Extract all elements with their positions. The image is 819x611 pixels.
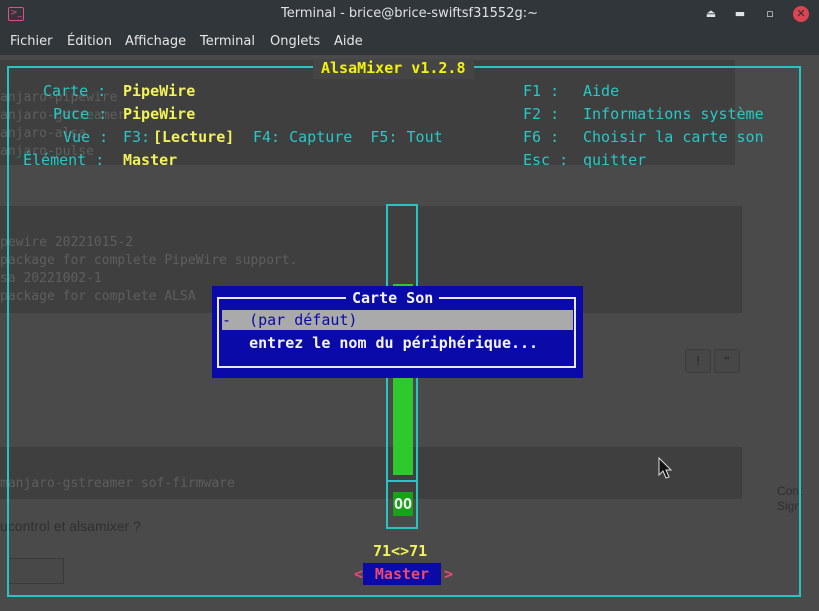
mouse-pointer-icon [658, 457, 672, 479]
view-lecture[interactable]: [Lecture] [153, 127, 234, 147]
view-other-modes[interactable]: F4: Capture F5: Tout [253, 127, 443, 147]
volume-level-text: 71<>71 [373, 542, 428, 560]
help-key-f1: F1 : [523, 82, 560, 100]
help-key-f6: F6 : [523, 128, 560, 146]
control-name[interactable]: Master [363, 563, 441, 585]
chip-label: Puce : [53, 105, 108, 123]
dialog-option-default[interactable]: - (par défaut) [222, 310, 573, 330]
card-label: Carte : [43, 82, 107, 100]
menu-terminal[interactable]: Terminal [200, 34, 255, 49]
help-key-esc: Esc : [523, 151, 569, 169]
chip-value: PipeWire [123, 105, 196, 123]
close-button[interactable]: ✕ [793, 6, 809, 22]
menu-affichage[interactable]: Affichage [125, 34, 186, 49]
menu-bar: Fichier Édition Affichage Terminal Ongle… [0, 29, 819, 55]
meter-separator [388, 480, 416, 482]
window-title: Terminal - brice@brice-swiftsf31552g:~ [281, 6, 538, 21]
help-text-esc: quitter [583, 151, 647, 169]
menu-onglets[interactable]: Onglets [270, 34, 320, 49]
card-value: PipeWire [123, 82, 196, 100]
menu-aide[interactable]: Aide [334, 34, 363, 49]
help-text-f6: Choisir la carte son [583, 128, 764, 146]
element-label: Élément : [23, 151, 105, 169]
help-text-f1: Aide [583, 82, 620, 100]
element-value: Master [123, 151, 178, 169]
menu-fichier[interactable]: Fichier [10, 34, 53, 49]
view-f3[interactable]: F3: [123, 127, 150, 147]
view-label: Vue : [63, 128, 109, 146]
restore-button[interactable]: ▬ [732, 6, 748, 22]
terminal-area[interactable]: anjaro-pipewire anjaro-gstreamer anjaro-… [0, 55, 819, 611]
control-left-arrow: < [354, 565, 364, 583]
window-titlebar: >_ Terminal - brice@brice-swiftsf31552g:… [0, 0, 819, 29]
control-right-arrow: > [444, 565, 454, 583]
dialog-option-enter-device[interactable]: entrez le nom du périphérique... [222, 333, 573, 353]
mute-indicator[interactable]: OO [393, 492, 413, 516]
help-text-f2: Informations système [583, 105, 764, 123]
sound-card-dialog: Carte Son - (par défaut) entrez le nom d… [212, 286, 583, 378]
menu-edition[interactable]: Édition [67, 34, 112, 49]
help-key-f2: F2 : [523, 105, 560, 123]
maximize-button[interactable]: ▫ [762, 6, 778, 22]
alsamixer-title: AlsaMixer v1.2.8 [313, 59, 474, 79]
dialog-title: Carte Son [346, 288, 440, 308]
minimize-button[interactable]: ⏏ [703, 6, 719, 22]
